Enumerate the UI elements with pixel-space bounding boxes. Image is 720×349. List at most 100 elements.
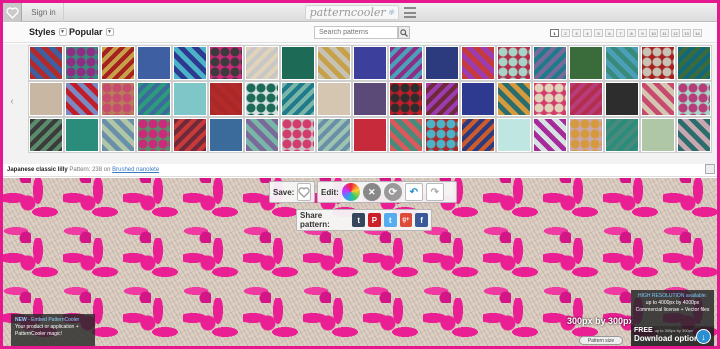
- hamburger-menu-icon[interactable]: [404, 7, 416, 18]
- pattern-thumbnail[interactable]: [317, 118, 351, 152]
- pattern-thumbnail[interactable]: [245, 118, 279, 152]
- pattern-thumbnail[interactable]: [65, 118, 99, 152]
- pattern-thumbnail[interactable]: [137, 82, 171, 116]
- pattern-thumbnail[interactable]: [245, 82, 279, 116]
- hd-promo[interactable]: HIGH RESOLUTION available: up to 4000px …: [631, 290, 714, 326]
- pattern-thumbnail[interactable]: [677, 46, 711, 80]
- undo-button[interactable]: ↶: [404, 183, 423, 201]
- pattern-thumbnail[interactable]: [65, 82, 99, 116]
- expand-icon[interactable]: [705, 164, 715, 174]
- search-button[interactable]: [398, 26, 410, 39]
- pattern-thumbnail[interactable]: [641, 82, 675, 116]
- signin-link[interactable]: Sign in: [24, 3, 64, 22]
- pattern-thumbnail[interactable]: [461, 46, 495, 80]
- pattern-thumbnail[interactable]: [137, 118, 171, 152]
- page-link[interactable]: 4: [583, 29, 592, 37]
- pattern-thumbnail[interactable]: [173, 46, 207, 80]
- page-link[interactable]: 3: [572, 29, 581, 37]
- logo-text: patterncooler: [309, 6, 386, 19]
- pattern-thumbnail[interactable]: [389, 46, 423, 80]
- pinterest-share-button[interactable]: P: [368, 213, 381, 227]
- pattern-thumbnail[interactable]: [533, 118, 567, 152]
- pattern-thumbnail[interactable]: [533, 46, 567, 80]
- download-icon[interactable]: ↓: [696, 329, 711, 344]
- page-link[interactable]: 2: [561, 29, 570, 37]
- search-input[interactable]: [314, 26, 398, 39]
- pattern-thumbnail[interactable]: [65, 46, 99, 80]
- page-link[interactable]: 12: [671, 29, 680, 37]
- pattern-thumbnail[interactable]: [29, 46, 63, 80]
- pattern-thumbnail[interactable]: [317, 46, 351, 80]
- pattern-thumbnail[interactable]: [425, 46, 459, 80]
- page-link[interactable]: 13: [682, 29, 691, 37]
- page-link[interactable]: 9: [638, 29, 647, 37]
- pattern-thumbnail[interactable]: [29, 118, 63, 152]
- pattern-thumbnail[interactable]: [497, 118, 531, 152]
- page-link[interactable]: 7: [616, 29, 625, 37]
- embed-promo[interactable]: NEW - Embed PatternCooler Your product o…: [11, 314, 95, 346]
- pattern-thumbnail[interactable]: [317, 82, 351, 116]
- twitter-share-button[interactable]: t: [383, 213, 397, 227]
- pattern-thumbnail[interactable]: [137, 46, 171, 80]
- tumblr-share-button[interactable]: t: [352, 213, 366, 227]
- pattern-thumbnail[interactable]: [353, 46, 387, 80]
- page-link[interactable]: 11: [660, 29, 669, 37]
- page-link[interactable]: 6: [605, 29, 614, 37]
- prev-page-arrow-icon[interactable]: ‹: [7, 94, 17, 108]
- pattern-thumbnail[interactable]: [605, 118, 639, 152]
- pattern-thumbnail[interactable]: [281, 82, 315, 116]
- pattern-thumbnail[interactable]: [461, 82, 495, 116]
- pattern-thumbnail[interactable]: [461, 118, 495, 152]
- page-link[interactable]: 14: [693, 29, 702, 37]
- pattern-thumbnail[interactable]: [497, 82, 531, 116]
- page-link[interactable]: 1: [550, 29, 559, 37]
- page-link[interactable]: 5: [594, 29, 603, 37]
- pattern-thumbnail[interactable]: [641, 118, 675, 152]
- pattern-thumbnail[interactable]: [353, 82, 387, 116]
- pattern-thumbnail[interactable]: [569, 82, 603, 116]
- pattern-thumbnail[interactable]: [641, 46, 675, 80]
- facebook-share-button[interactable]: f: [415, 213, 428, 227]
- page-link[interactable]: 8: [627, 29, 636, 37]
- pattern-thumbnail[interactable]: [101, 46, 135, 80]
- pattern-thumbnail[interactable]: [569, 118, 603, 152]
- pattern-thumbnail[interactable]: [677, 118, 711, 152]
- pattern-thumbnail[interactable]: [425, 118, 459, 152]
- pattern-thumbnail[interactable]: [209, 82, 243, 116]
- pattern-thumbnail[interactable]: [281, 118, 315, 152]
- save-heart-button[interactable]: [297, 183, 312, 201]
- pattern-thumbnail[interactable]: [173, 118, 207, 152]
- redo-button[interactable]: ↷: [425, 183, 444, 201]
- pattern-thumbnail[interactable]: [209, 118, 243, 152]
- site-logo[interactable]: patterncooler ❄: [305, 5, 399, 20]
- next-page-arrow-icon[interactable]: ›: [704, 94, 714, 108]
- pattern-thumbnail[interactable]: [353, 118, 387, 152]
- pattern-thumbnail[interactable]: [29, 82, 63, 116]
- pattern-thumbnail[interactable]: [605, 82, 639, 116]
- promo-line-2: Your product or application +: [15, 324, 79, 330]
- pattern-thumbnail[interactable]: [497, 46, 531, 80]
- pattern-thumbnail[interactable]: [245, 46, 279, 80]
- color-wheel-button[interactable]: [341, 183, 360, 201]
- pattern-thumbnail[interactable]: [389, 118, 423, 152]
- pattern-source-link[interactable]: Brushed nanolete: [112, 167, 159, 173]
- pattern-thumbnail[interactable]: [533, 82, 567, 116]
- pattern-thumbnail[interactable]: [173, 82, 207, 116]
- pattern-thumbnail[interactable]: [101, 118, 135, 152]
- popular-dropdown[interactable]: Popular ▼: [69, 27, 114, 37]
- pattern-thumbnail[interactable]: [389, 82, 423, 116]
- random-color-button[interactable]: ✕: [362, 183, 381, 201]
- page-link[interactable]: 10: [649, 29, 658, 37]
- favorites-button[interactable]: [3, 3, 22, 22]
- styles-dropdown[interactable]: Styles ▼: [29, 27, 67, 37]
- pattern-thumbnail[interactable]: [209, 46, 243, 80]
- pattern-thumbnail[interactable]: [101, 82, 135, 116]
- randomize-button[interactable]: ⟳: [383, 183, 402, 201]
- googleplus-share-button[interactable]: g+: [399, 213, 413, 227]
- pattern-thumbnail[interactable]: [605, 46, 639, 80]
- pattern-size-button[interactable]: Pattern size: [579, 336, 623, 345]
- pattern-thumbnail[interactable]: [425, 82, 459, 116]
- pattern-thumbnail[interactable]: [569, 46, 603, 80]
- pattern-thumbnail[interactable]: [281, 46, 315, 80]
- redo-icon: ↷: [430, 186, 439, 198]
